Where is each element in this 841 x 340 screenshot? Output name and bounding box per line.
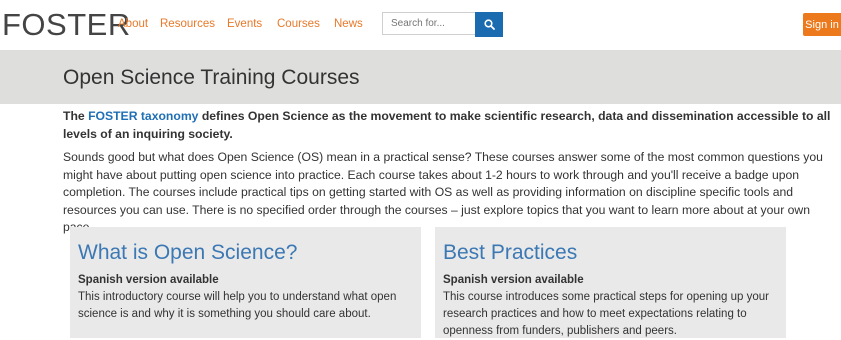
- search-icon: [483, 19, 495, 30]
- course-card-subtitle: Spanish version available: [443, 274, 584, 286]
- sign-in-button[interactable]: Sign in: [803, 13, 841, 36]
- nav-link-events[interactable]: Events: [227, 18, 262, 30]
- nav-link-news[interactable]: News: [334, 18, 363, 30]
- foster-taxonomy-link[interactable]: FOSTER taxonomy: [88, 109, 198, 123]
- intro-prefix: The: [63, 109, 89, 123]
- page-title: Open Science Training Courses: [63, 66, 360, 89]
- foster-logo[interactable]: FOSTER: [2, 7, 131, 43]
- search-input[interactable]: [382, 12, 475, 35]
- course-card-title[interactable]: What is Open Science?: [78, 241, 297, 265]
- nav-link-about[interactable]: About: [118, 18, 148, 30]
- nav-link-courses[interactable]: Courses: [277, 18, 320, 30]
- course-card-description: This course introduces some practical st…: [443, 291, 769, 337]
- course-card-best-practices[interactable]: Best Practices Spanish version available…: [435, 227, 786, 338]
- body-paragraph: Sounds good but what does Open Science (…: [63, 150, 823, 234]
- search-button[interactable]: [475, 12, 503, 37]
- course-card-what-is-open-science[interactable]: What is Open Science? Spanish version av…: [70, 227, 421, 338]
- course-card-description: This introductory course will help you t…: [78, 291, 397, 320]
- course-card-subtitle: Spanish version available: [78, 274, 219, 286]
- course-card-title[interactable]: Best Practices: [443, 241, 577, 265]
- top-navbar: FOSTER About Resources Events Courses Ne…: [0, 0, 841, 50]
- search-box: [382, 12, 503, 37]
- nav-link-resources[interactable]: Resources: [160, 18, 215, 30]
- intro-paragraph: The FOSTER taxonomy defines Open Science…: [63, 107, 833, 143]
